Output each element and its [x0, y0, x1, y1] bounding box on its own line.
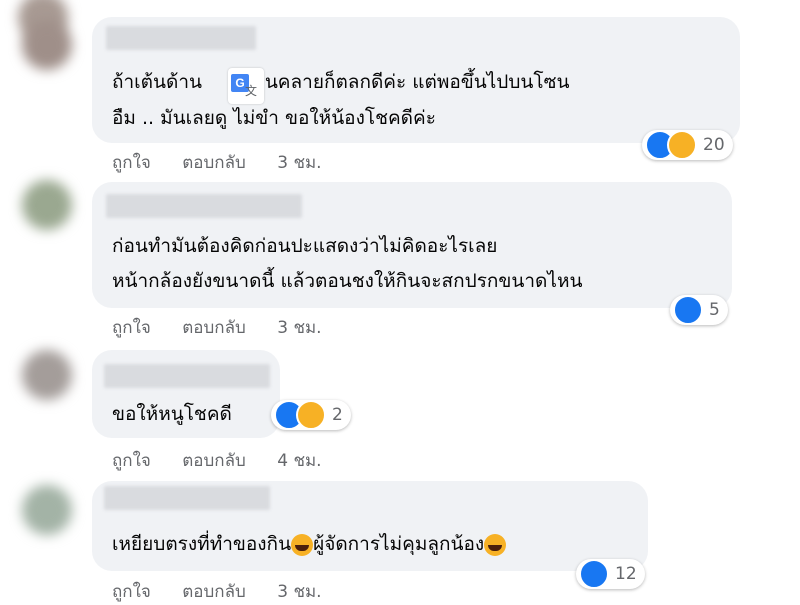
commenter-name[interactable] — [106, 194, 302, 218]
avatar[interactable] — [22, 180, 72, 230]
comment-text: เหยียบตรงที่ทำของกิน ผู้จัดการไม่คุมลูกน้… — [112, 526, 507, 562]
commenter-name[interactable] — [106, 26, 256, 50]
reply-button[interactable]: ตอบกลับ — [182, 582, 246, 602]
timestamp[interactable]: 3 ชม. — [277, 318, 321, 338]
comment-actions: ถูกใจ ตอบกลับ 4 ชม. — [112, 447, 348, 474]
comment-text: หน้ากล้องยังขนาดนี้ แล้วตอนชงให้กินจะสกป… — [112, 270, 583, 292]
comment-actions: ถูกใจ ตอบกลับ 3 ชม. — [112, 314, 348, 341]
reaction-summary[interactable]: 5 — [670, 295, 728, 325]
reaction-summary[interactable]: 2 — [271, 400, 351, 430]
avatar[interactable] — [22, 350, 72, 400]
reaction-count: 5 — [709, 300, 720, 320]
comment-text: อืม .. มันเลยดู ไม่ขำ ขอให้น้องโชคดีค่ะ — [112, 107, 436, 129]
commenter-name[interactable] — [104, 486, 270, 510]
commenter-name[interactable] — [104, 364, 270, 388]
reaction-count: 2 — [332, 405, 343, 425]
comment-text: ขอให้หนูโชคดี — [112, 403, 232, 425]
timestamp[interactable]: 4 ชม. — [277, 451, 321, 471]
reaction-count: 20 — [703, 135, 725, 155]
reaction-summary[interactable]: 20 — [642, 130, 733, 160]
reply-button[interactable]: ตอบกลับ — [182, 153, 246, 173]
google-translate-icon[interactable]: G文 — [228, 68, 264, 104]
like-icon — [579, 559, 609, 589]
comment-actions: ถูกใจ ตอบกลับ 3 ชม. — [112, 578, 348, 605]
like-button[interactable]: ถูกใจ — [112, 318, 151, 338]
comment-actions: ถูกใจ ตอบกลับ 3 ชม. — [112, 149, 348, 176]
avatar[interactable] — [22, 485, 72, 535]
like-button[interactable]: ถูกใจ — [112, 153, 151, 173]
avatar[interactable] — [22, 20, 72, 70]
comment-text: ถ้าเต้นด้าน อ่อนคลายก็ตลกดีค่ะ แต่พอขึ้นไ… — [112, 71, 570, 93]
like-button[interactable]: ถูกใจ — [112, 582, 151, 602]
reply-button[interactable]: ตอบกลับ — [182, 318, 246, 338]
reply-button[interactable]: ตอบกลับ — [182, 451, 246, 471]
like-icon — [673, 295, 703, 325]
haha-icon — [667, 130, 697, 160]
timestamp[interactable]: 3 ชม. — [277, 153, 321, 173]
laughing-emoji-icon — [291, 533, 314, 556]
comment-text: ก่อนทำมันต้องคิดก่อนปะแสดงว่าไม่คิดอะไรเ… — [112, 235, 498, 257]
timestamp[interactable]: 3 ชม. — [277, 582, 321, 602]
like-button[interactable]: ถูกใจ — [112, 451, 151, 471]
reaction-count: 12 — [615, 564, 637, 584]
reaction-summary[interactable]: 12 — [576, 559, 645, 589]
laughing-emoji-icon — [484, 533, 507, 556]
haha-icon — [296, 400, 326, 430]
